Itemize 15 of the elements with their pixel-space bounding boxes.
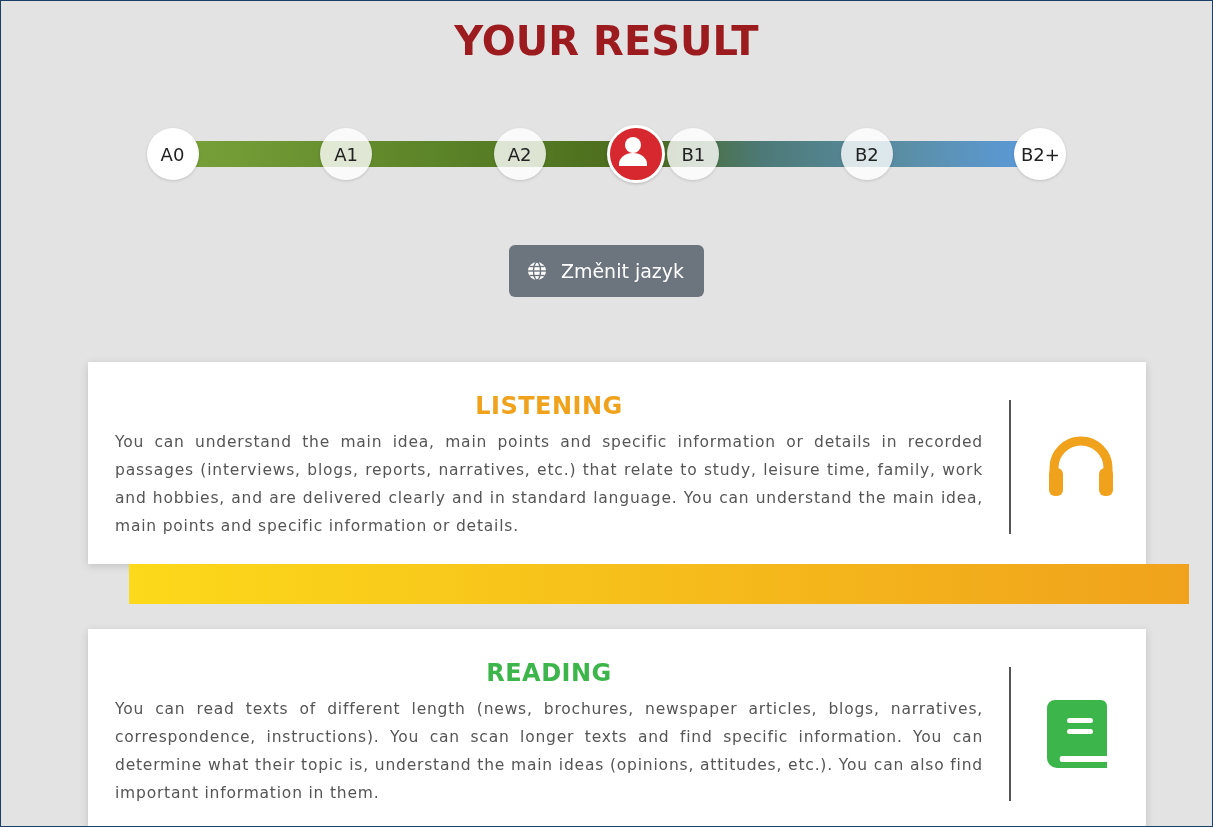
level-node: B2+ [1014,128,1067,180]
level-node: A2 [493,128,546,180]
change-language-button[interactable]: Změnit jazyk [508,245,705,297]
globe-icon [526,261,547,281]
headphones-icon [1047,436,1115,498]
book-icon [1047,700,1109,768]
level-node: B1 [667,128,720,180]
level-node: A0 [146,128,199,180]
page-title: YOUR RESULT [454,17,759,65]
level-node: B2 [840,128,893,180]
level-node: A1 [320,128,373,180]
skill-description: You can read texts of different length (news, brochures, newspaper articles, blogs, narratives, correspondence, instructions). You can scan longer texts and find specific information. You can determine what their topic is, understand the main ideas (opinions, attitudes, etc.). You can also find important information in them. [115,699,983,804]
skill-description: You can understand the main idea, main points and specific information or details in recorded passages (interviews, blogs, reports, narratives, etc.) that relate to study, leisure time, family, work and hobbies, and are delivered clearly and in standard language. You can understand the main idea, main points and specific information or details. [115,432,983,537]
skill-title: READING [486,658,612,689]
skill-title: LISTENING [475,391,623,422]
